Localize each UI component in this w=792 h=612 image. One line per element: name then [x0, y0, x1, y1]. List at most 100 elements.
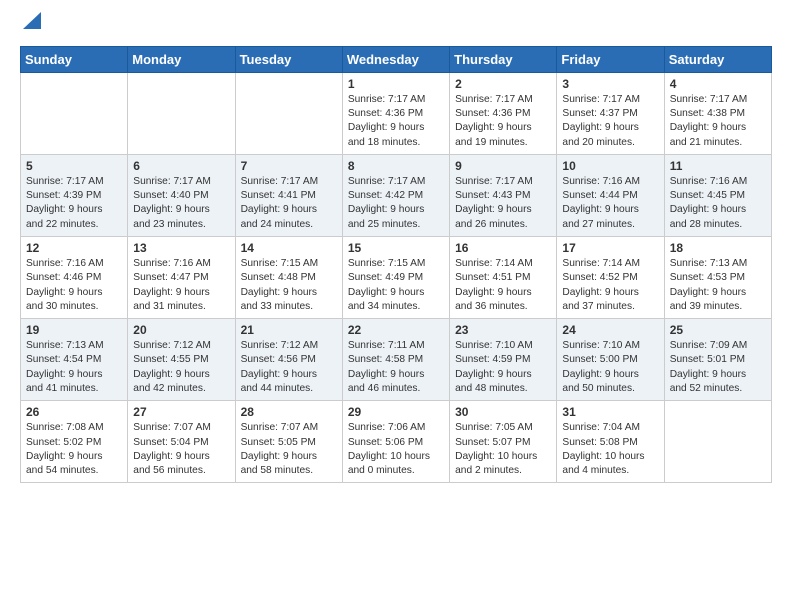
day-number: 27: [133, 405, 229, 419]
day-number: 12: [26, 241, 122, 255]
weekday-header-wednesday: Wednesday: [342, 46, 449, 72]
day-cell: 6 Sunrise: 7:17 AM Sunset: 4:40 PM Daylig…: [128, 154, 235, 236]
day-info: Sunrise: 7:04 AM Sunset: 5:08 PM Dayligh…: [562, 421, 658, 478]
day-info: Sunrise: 7:16 AM Sunset: 4:45 PM Dayligh…: [670, 175, 766, 232]
weekday-header-monday: Monday: [128, 46, 235, 72]
day-number: 18: [670, 241, 766, 255]
day-info: Sunrise: 7:10 AM Sunset: 5:00 PM Dayligh…: [562, 339, 658, 396]
day-cell: [664, 401, 771, 483]
logo-icon: [23, 7, 41, 29]
weekday-header-sunday: Sunday: [21, 46, 128, 72]
header: [20, 16, 772, 36]
day-info: Sunrise: 7:17 AM Sunset: 4:36 PM Dayligh…: [455, 93, 551, 150]
day-info: Sunrise: 7:12 AM Sunset: 4:56 PM Dayligh…: [241, 339, 337, 396]
day-cell: 13Sunrise: 7:16 AM Sunset: 4:47 PM Dayli…: [128, 237, 235, 319]
day-info: Sunrise: 7:07 AM Sunset: 5:05 PM Dayligh…: [241, 421, 337, 478]
day-info: Sunrise: 7:17 AM Sunset: 4:40 PM Dayligh…: [133, 175, 229, 232]
day-info: Sunrise: 7:09 AM Sunset: 5:01 PM Dayligh…: [670, 339, 766, 396]
day-number: 25: [670, 323, 766, 337]
day-info: Sunrise: 7:17 AM Sunset: 4:43 PM Dayligh…: [455, 175, 551, 232]
day-cell: 22Sunrise: 7:11 AM Sunset: 4:58 PM Dayli…: [342, 319, 449, 401]
day-number: 16: [455, 241, 551, 255]
day-cell: 4Sunrise: 7:17 AM Sunset: 4:38 PM Daylig…: [664, 72, 771, 154]
day-number: 8: [348, 159, 444, 173]
day-number: 24: [562, 323, 658, 337]
day-number: 9: [455, 159, 551, 173]
day-cell: 9 Sunrise: 7:17 AM Sunset: 4:43 PM Daylig…: [450, 154, 557, 236]
day-number: 21: [241, 323, 337, 337]
day-cell: 1Sunrise: 7:17 AM Sunset: 4:36 PM Daylig…: [342, 72, 449, 154]
day-info: Sunrise: 7:17 AM Sunset: 4:38 PM Dayligh…: [670, 93, 766, 150]
week-row-3: 12Sunrise: 7:16 AM Sunset: 4:46 PM Dayli…: [21, 237, 772, 319]
day-cell: 19 Sunrise: 7:13 AM Sunset: 4:54 PM Dayli…: [21, 319, 128, 401]
day-number: 15: [348, 241, 444, 255]
day-cell: 30 Sunrise: 7:05 AM Sunset: 5:07 PM Dayli…: [450, 401, 557, 483]
day-cell: 10 Sunrise: 7:16 AM Sunset: 4:44 PM Dayli…: [557, 154, 664, 236]
day-number: 22: [348, 323, 444, 337]
day-cell: [235, 72, 342, 154]
day-cell: 21 Sunrise: 7:12 AM Sunset: 4:56 PM Dayli…: [235, 319, 342, 401]
day-info: Sunrise: 7:05 AM Sunset: 5:07 PM Dayligh…: [455, 421, 551, 478]
day-cell: 27Sunrise: 7:07 AM Sunset: 5:04 PM Dayli…: [128, 401, 235, 483]
day-info: Sunrise: 7:16 AM Sunset: 4:44 PM Dayligh…: [562, 175, 658, 232]
day-cell: 8 Sunrise: 7:17 AM Sunset: 4:42 PM Daylig…: [342, 154, 449, 236]
day-cell: 3 Sunrise: 7:17 AM Sunset: 4:37 PM Daylig…: [557, 72, 664, 154]
week-row-4: 19 Sunrise: 7:13 AM Sunset: 4:54 PM Dayli…: [21, 319, 772, 401]
week-row-5: 26 Sunrise: 7:08 AM Sunset: 5:02 PM Dayli…: [21, 401, 772, 483]
day-cell: 12Sunrise: 7:16 AM Sunset: 4:46 PM Dayli…: [21, 237, 128, 319]
day-cell: 29 Sunrise: 7:06 AM Sunset: 5:06 PM Dayli…: [342, 401, 449, 483]
day-info: Sunrise: 7:15 AM Sunset: 4:48 PM Dayligh…: [241, 257, 337, 314]
day-number: 17: [562, 241, 658, 255]
day-info: Sunrise: 7:12 AM Sunset: 4:55 PM Dayligh…: [133, 339, 229, 396]
day-cell: 18Sunrise: 7:13 AM Sunset: 4:53 PM Dayli…: [664, 237, 771, 319]
day-cell: [21, 72, 128, 154]
day-info: Sunrise: 7:17 AM Sunset: 4:42 PM Dayligh…: [348, 175, 444, 232]
day-number: 29: [348, 405, 444, 419]
day-number: 11: [670, 159, 766, 173]
day-info: Sunrise: 7:13 AM Sunset: 4:54 PM Dayligh…: [26, 339, 122, 396]
day-number: 10: [562, 159, 658, 173]
day-number: 26: [26, 405, 122, 419]
day-cell: 15 Sunrise: 7:15 AM Sunset: 4:49 PM Dayli…: [342, 237, 449, 319]
day-info: Sunrise: 7:14 AM Sunset: 4:51 PM Dayligh…: [455, 257, 551, 314]
day-info: Sunrise: 7:06 AM Sunset: 5:06 PM Dayligh…: [348, 421, 444, 478]
calendar-page: SundayMondayTuesdayWednesdayThursdayFrid…: [0, 0, 792, 503]
day-cell: 28 Sunrise: 7:07 AM Sunset: 5:05 PM Dayli…: [235, 401, 342, 483]
day-number: 23: [455, 323, 551, 337]
day-info: Sunrise: 7:15 AM Sunset: 4:49 PM Dayligh…: [348, 257, 444, 314]
day-number: 19: [26, 323, 122, 337]
week-row-2: 5Sunrise: 7:17 AM Sunset: 4:39 PM Daylig…: [21, 154, 772, 236]
day-info: Sunrise: 7:08 AM Sunset: 5:02 PM Dayligh…: [26, 421, 122, 478]
day-cell: 5Sunrise: 7:17 AM Sunset: 4:39 PM Daylig…: [21, 154, 128, 236]
day-number: 3: [562, 77, 658, 91]
calendar-table: SundayMondayTuesdayWednesdayThursdayFrid…: [20, 46, 772, 484]
day-cell: 14 Sunrise: 7:15 AM Sunset: 4:48 PM Dayli…: [235, 237, 342, 319]
day-cell: 7 Sunrise: 7:17 AM Sunset: 4:41 PM Daylig…: [235, 154, 342, 236]
day-info: Sunrise: 7:17 AM Sunset: 4:36 PM Dayligh…: [348, 93, 444, 150]
day-cell: 11 Sunrise: 7:16 AM Sunset: 4:45 PM Dayli…: [664, 154, 771, 236]
day-cell: 2Sunrise: 7:17 AM Sunset: 4:36 PM Daylig…: [450, 72, 557, 154]
weekday-header-saturday: Saturday: [664, 46, 771, 72]
day-number: 20: [133, 323, 229, 337]
weekday-header-row: SundayMondayTuesdayWednesdayThursdayFrid…: [21, 46, 772, 72]
day-info: Sunrise: 7:10 AM Sunset: 4:59 PM Dayligh…: [455, 339, 551, 396]
day-number: 13: [133, 241, 229, 255]
day-cell: 31Sunrise: 7:04 AM Sunset: 5:08 PM Dayli…: [557, 401, 664, 483]
day-info: Sunrise: 7:17 AM Sunset: 4:37 PM Dayligh…: [562, 93, 658, 150]
day-cell: 25 Sunrise: 7:09 AM Sunset: 5:01 PM Dayli…: [664, 319, 771, 401]
day-number: 28: [241, 405, 337, 419]
week-row-1: 1Sunrise: 7:17 AM Sunset: 4:36 PM Daylig…: [21, 72, 772, 154]
day-number: 7: [241, 159, 337, 173]
day-cell: 17 Sunrise: 7:14 AM Sunset: 4:52 PM Dayli…: [557, 237, 664, 319]
day-info: Sunrise: 7:17 AM Sunset: 4:39 PM Dayligh…: [26, 175, 122, 232]
day-number: 30: [455, 405, 551, 419]
day-cell: [128, 72, 235, 154]
day-number: 14: [241, 241, 337, 255]
day-number: 6: [133, 159, 229, 173]
day-cell: 26 Sunrise: 7:08 AM Sunset: 5:02 PM Dayli…: [21, 401, 128, 483]
day-cell: 20 Sunrise: 7:12 AM Sunset: 4:55 PM Dayli…: [128, 319, 235, 401]
day-info: Sunrise: 7:17 AM Sunset: 4:41 PM Dayligh…: [241, 175, 337, 232]
day-info: Sunrise: 7:14 AM Sunset: 4:52 PM Dayligh…: [562, 257, 658, 314]
weekday-header-friday: Friday: [557, 46, 664, 72]
weekday-header-tuesday: Tuesday: [235, 46, 342, 72]
